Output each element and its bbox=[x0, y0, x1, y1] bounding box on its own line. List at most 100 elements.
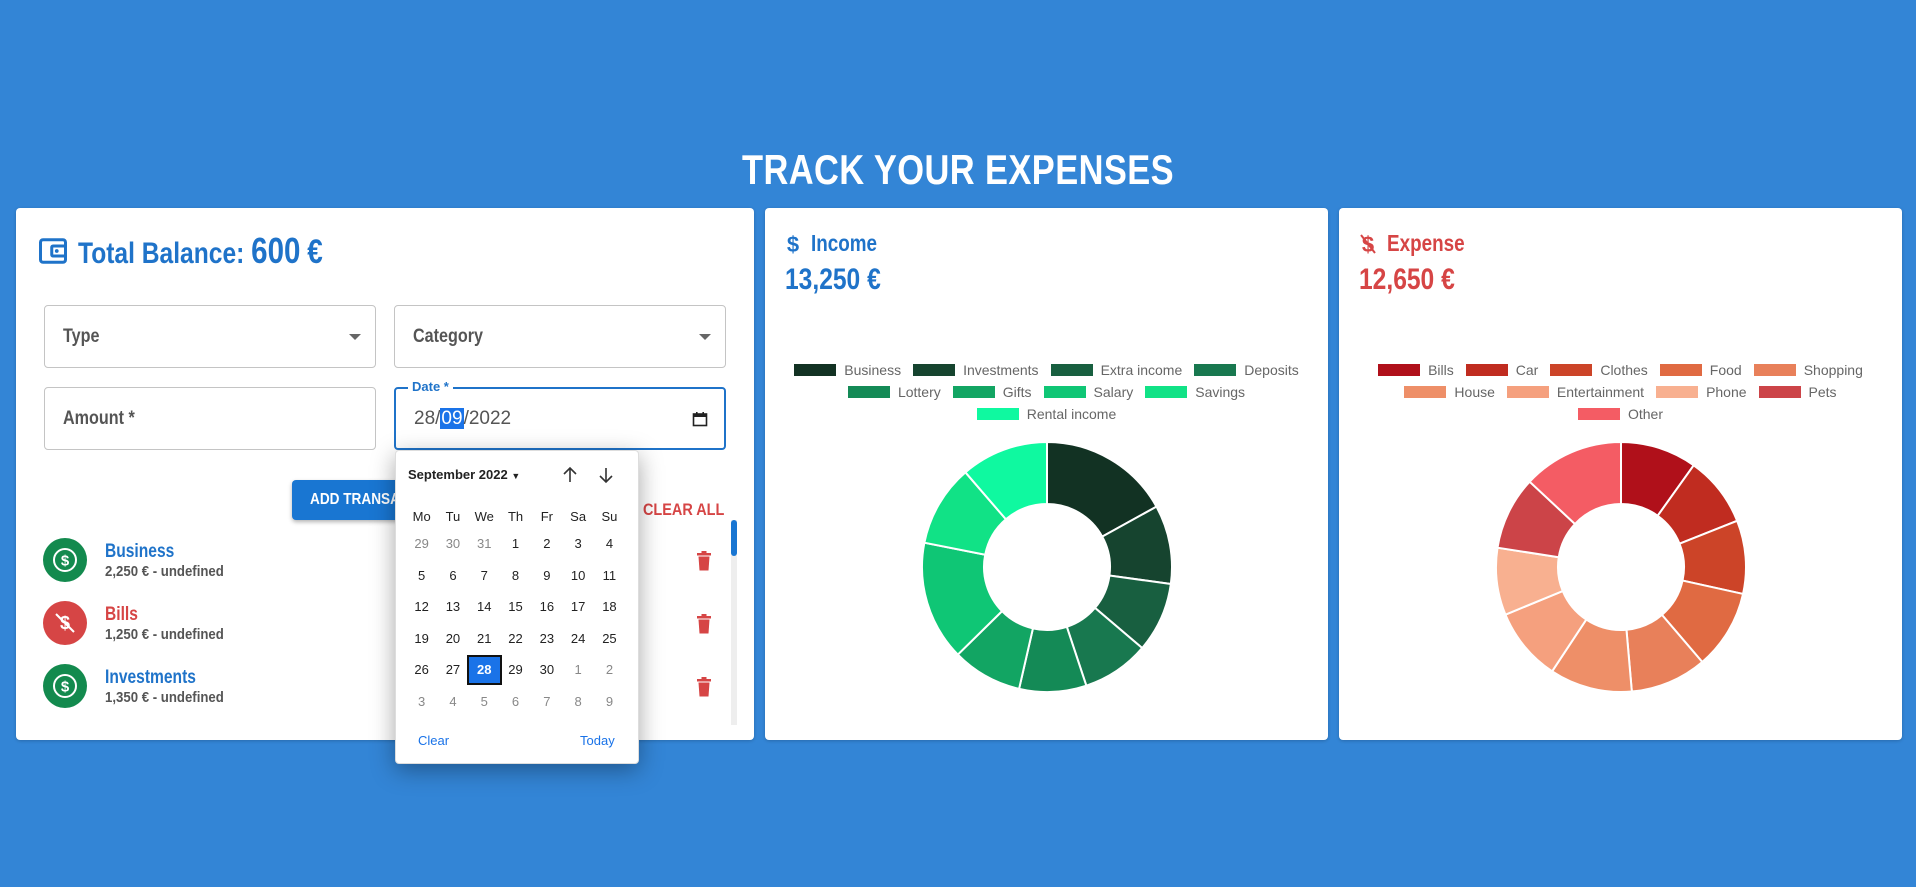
balance-currency: € bbox=[307, 233, 323, 271]
legend-swatch bbox=[1465, 364, 1508, 376]
arrow-down-icon[interactable] bbox=[596, 465, 616, 485]
legend-label: Entertainment bbox=[1556, 384, 1645, 400]
calendar-icon[interactable] bbox=[692, 411, 708, 427]
calendar-day[interactable]: 27 bbox=[437, 657, 468, 683]
legend-label: House bbox=[1454, 384, 1495, 400]
calendar-day[interactable]: 9 bbox=[594, 689, 625, 715]
legend-swatch bbox=[1577, 408, 1620, 420]
calendar-day[interactable]: 13 bbox=[437, 594, 468, 620]
calendar-day[interactable]: 14 bbox=[469, 594, 500, 620]
clear-date-button[interactable]: Clear bbox=[418, 733, 449, 748]
calendar-day[interactable]: 18 bbox=[594, 594, 625, 620]
calendar-day[interactable]: 7 bbox=[469, 563, 500, 589]
list-scrollbar-thumb[interactable] bbox=[731, 520, 737, 556]
legend-item[interactable]: Business bbox=[794, 362, 901, 378]
calendar-day[interactable]: 23 bbox=[531, 626, 562, 652]
legend-item[interactable]: Clothes bbox=[1550, 362, 1648, 378]
calendar-day[interactable]: 20 bbox=[437, 626, 468, 652]
calendar-day[interactable]: 30 bbox=[437, 531, 468, 557]
calendar-day[interactable]: 28 bbox=[466, 655, 502, 685]
calendar-day[interactable]: 3 bbox=[406, 689, 437, 715]
calendar-day[interactable]: 15 bbox=[500, 594, 531, 620]
legend-item[interactable]: Gifts bbox=[952, 384, 1032, 400]
calendar-day[interactable]: 2 bbox=[594, 657, 625, 683]
trash-icon[interactable] bbox=[696, 614, 712, 634]
calendar-day[interactable]: 12 bbox=[406, 594, 437, 620]
calendar-day[interactable]: 10 bbox=[562, 563, 593, 589]
clear-all-button[interactable]: CLEAR ALL bbox=[643, 500, 739, 520]
list-item[interactable]: $ Bills 1,250 € - undefined bbox=[43, 601, 240, 645]
weekday-header-row: Mo Tu We Th Fr Sa Su bbox=[406, 504, 625, 530]
calendar-day[interactable]: 9 bbox=[531, 563, 562, 589]
calendar-day[interactable]: 4 bbox=[594, 531, 625, 557]
calendar-day[interactable]: 4 bbox=[437, 689, 468, 715]
date-day: 28/ bbox=[414, 407, 441, 429]
today-button[interactable]: Today bbox=[580, 733, 615, 748]
calendar-day[interactable]: 8 bbox=[562, 689, 593, 715]
legend-swatch bbox=[1404, 386, 1447, 398]
date-month: 09 bbox=[440, 407, 464, 429]
legend-item[interactable]: Investments bbox=[913, 362, 1039, 378]
calendar-day[interactable]: 26 bbox=[406, 657, 437, 683]
calendar-day[interactable]: 5 bbox=[406, 563, 437, 589]
calendar-day[interactable]: 31 bbox=[469, 531, 500, 557]
calendar-day[interactable]: 22 bbox=[500, 626, 531, 652]
calendar-day[interactable]: 19 bbox=[406, 626, 437, 652]
legend-item[interactable]: Other bbox=[1577, 406, 1663, 422]
list-item[interactable]: $ Business 2,250 € - undefined bbox=[43, 538, 240, 582]
legend-item[interactable]: House bbox=[1404, 384, 1495, 400]
legend-item[interactable]: Pets bbox=[1758, 384, 1837, 400]
calendar-day[interactable]: 3 bbox=[562, 531, 593, 557]
legend-item[interactable]: Shopping bbox=[1753, 362, 1863, 378]
trash-icon[interactable] bbox=[696, 551, 712, 571]
legend-label: Savings bbox=[1195, 384, 1246, 400]
calendar-day[interactable]: 11 bbox=[594, 563, 625, 589]
legend-item[interactable]: Entertainment bbox=[1506, 384, 1645, 400]
calendar-day[interactable]: 29 bbox=[406, 531, 437, 557]
calendar-day[interactable]: 16 bbox=[531, 594, 562, 620]
legend-swatch bbox=[1506, 386, 1549, 398]
legend-swatch bbox=[1050, 364, 1093, 376]
calendar-day[interactable]: 21 bbox=[469, 626, 500, 652]
legend-swatch bbox=[1145, 386, 1188, 398]
legend-label: Salary bbox=[1093, 384, 1134, 400]
calendar-day[interactable]: 6 bbox=[500, 689, 531, 715]
calendar-day[interactable]: 29 bbox=[500, 657, 531, 683]
legend-swatch bbox=[1194, 364, 1237, 376]
legend-item[interactable]: Deposits bbox=[1194, 362, 1299, 378]
legend-item[interactable]: Salary bbox=[1043, 384, 1134, 400]
type-select[interactable]: Type bbox=[44, 305, 376, 368]
amount-input[interactable]: Amount * bbox=[44, 387, 376, 450]
calendar-day[interactable]: 6 bbox=[437, 563, 468, 589]
calendar-day[interactable]: 5 bbox=[469, 689, 500, 715]
weekday-label: Tu bbox=[445, 509, 461, 524]
legend-item[interactable]: Phone bbox=[1656, 384, 1747, 400]
calendar-day[interactable]: 25 bbox=[594, 626, 625, 652]
list-item[interactable]: $ Investments 1,350 € - undefined bbox=[43, 664, 240, 708]
legend-item[interactable]: Car bbox=[1465, 362, 1538, 378]
legend-item[interactable]: Savings bbox=[1145, 384, 1245, 400]
calendar-day[interactable]: 17 bbox=[562, 594, 593, 620]
date-input[interactable]: Date * 28/09/2022 bbox=[394, 379, 726, 450]
legend-item[interactable]: Rental income bbox=[976, 406, 1116, 422]
category-select[interactable]: Category bbox=[394, 305, 726, 368]
calendar-day[interactable]: 1 bbox=[500, 531, 531, 557]
calendar-day[interactable]: 1 bbox=[562, 657, 593, 683]
legend-item[interactable]: Extra income bbox=[1050, 362, 1182, 378]
calendar-day[interactable]: 8 bbox=[500, 563, 531, 589]
calendar-day[interactable]: 24 bbox=[562, 626, 593, 652]
legend-label: Lottery bbox=[897, 384, 941, 400]
trash-icon[interactable] bbox=[696, 677, 712, 697]
legend-item[interactable]: Food bbox=[1659, 362, 1742, 378]
arrow-up-icon[interactable] bbox=[560, 465, 580, 485]
month-year-selector[interactable]: September 2022 ▼ bbox=[408, 467, 520, 482]
date-value[interactable]: 28/09/2022 bbox=[414, 407, 511, 430]
transaction-detail: 1,250 € - undefined bbox=[105, 625, 224, 643]
income-card: $ Income 13,250 € Business Investments Ext… bbox=[765, 208, 1328, 740]
legend-item[interactable]: Lottery bbox=[847, 384, 941, 400]
svg-text:$: $ bbox=[61, 553, 70, 570]
legend-item[interactable]: Bills bbox=[1378, 362, 1454, 378]
calendar-day[interactable]: 2 bbox=[531, 531, 562, 557]
calendar-day[interactable]: 30 bbox=[531, 657, 562, 683]
calendar-day[interactable]: 7 bbox=[531, 689, 562, 715]
